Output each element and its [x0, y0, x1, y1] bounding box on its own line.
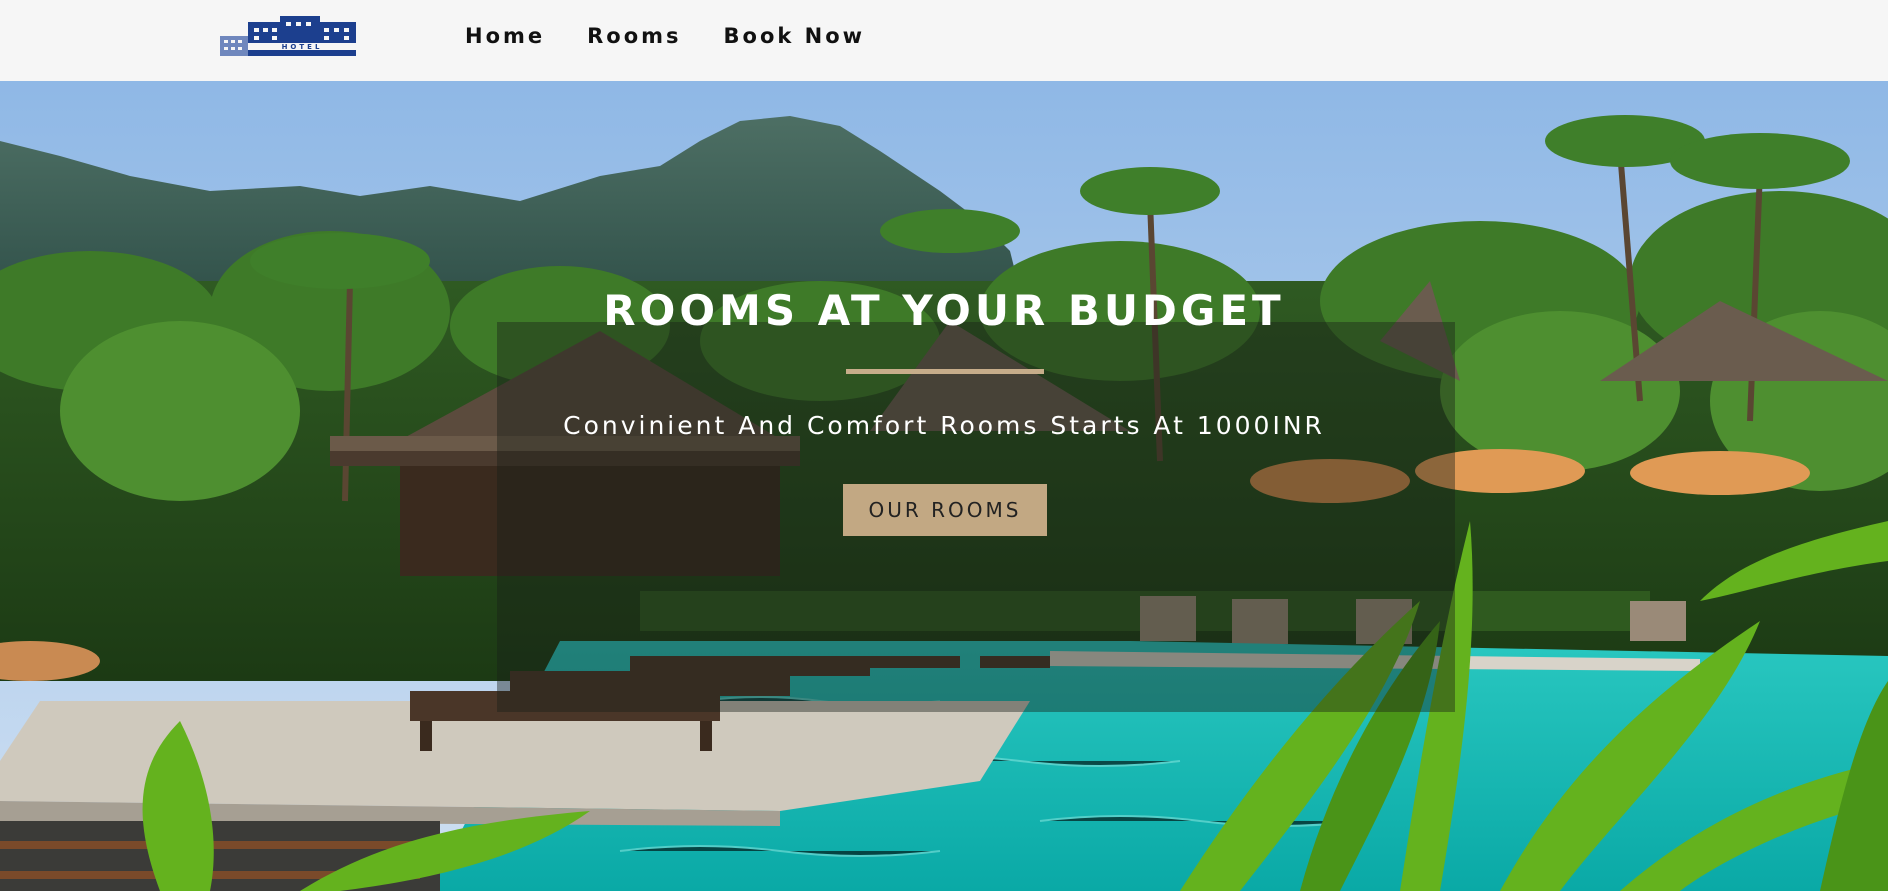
hero-divider — [846, 369, 1044, 374]
main-nav: Home Rooms Book Now — [465, 0, 865, 72]
navbar: HOTEL Home Rooms Book Now — [0, 0, 1888, 81]
hero-subtitle: Convinient And Comfort Rooms Starts At 1… — [563, 411, 1325, 440]
our-rooms-button[interactable]: OUR ROOMS — [843, 484, 1047, 536]
hotel-logo[interactable]: HOTEL — [218, 12, 360, 58]
logo-text: HOTEL — [282, 43, 323, 51]
nav-rooms-link[interactable]: Rooms — [587, 24, 681, 48]
nav-book-now-link[interactable]: Book Now — [724, 24, 866, 48]
hero-title: ROOMS AT YOUR BUDGET — [603, 286, 1285, 335]
nav-home-link[interactable]: Home — [465, 24, 545, 48]
